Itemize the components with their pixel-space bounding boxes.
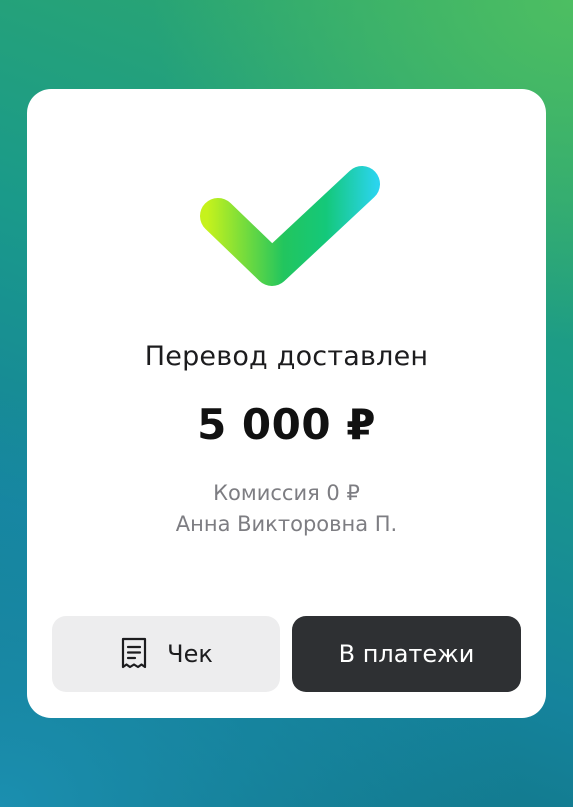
receipt-button-label: Чек: [167, 640, 213, 668]
payments-button[interactable]: В платежи: [292, 616, 521, 692]
receipt-button[interactable]: Чек: [52, 616, 280, 692]
recipient-name: Анна Викторовна П.: [175, 512, 398, 536]
receipt-icon: [122, 637, 147, 669]
transfer-amount: 5 000 ₽: [197, 400, 376, 449]
commission-text: Комиссия 0 ₽: [213, 481, 360, 505]
success-card: Перевод доставлен 5 000 ₽ Комиссия 0 ₽ А…: [27, 89, 546, 718]
payments-button-label: В платежи: [338, 640, 475, 668]
status-title: Перевод доставлен: [144, 341, 429, 372]
